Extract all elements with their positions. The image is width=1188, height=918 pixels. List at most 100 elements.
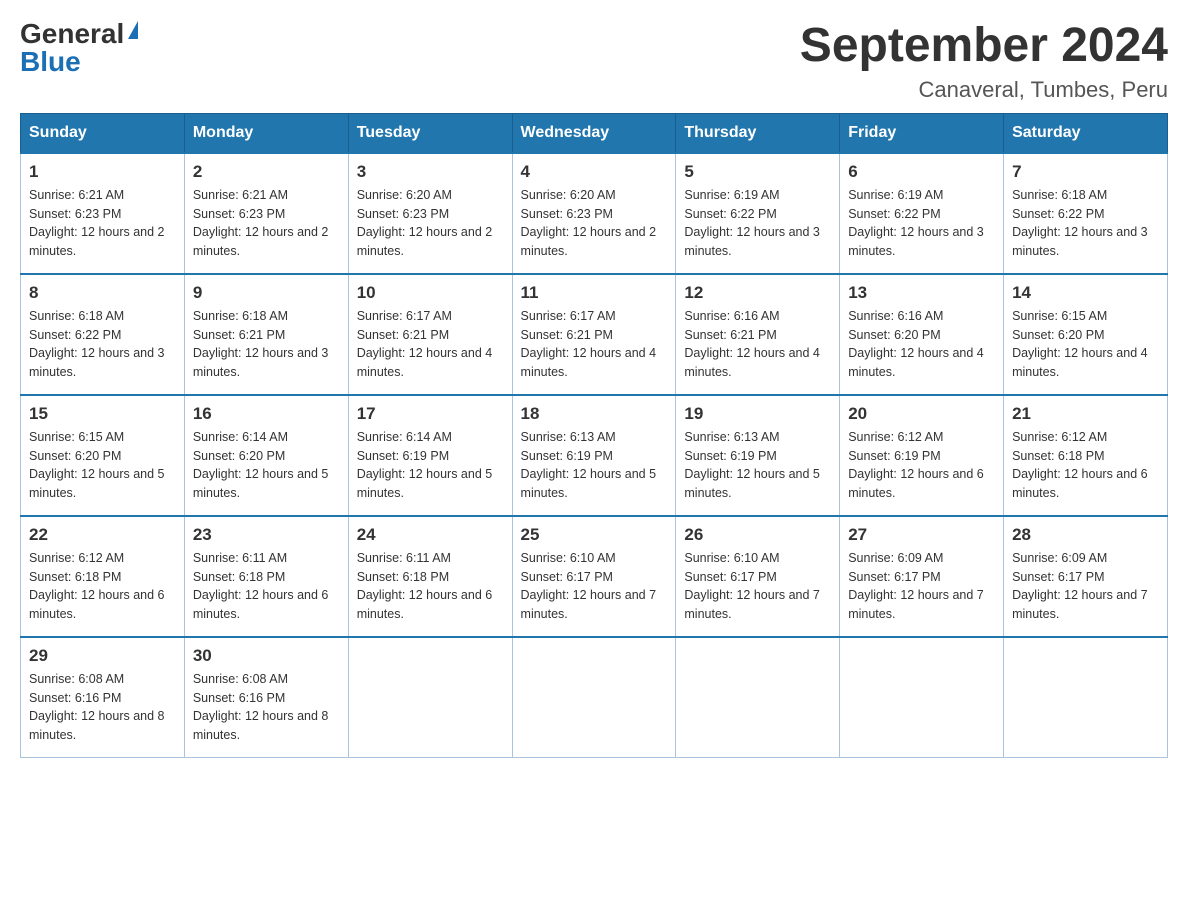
- day-info: Sunrise: 6:11 AMSunset: 6:18 PMDaylight:…: [193, 549, 340, 624]
- weekday-header-friday: Friday: [840, 113, 1004, 153]
- day-info: Sunrise: 6:21 AMSunset: 6:23 PMDaylight:…: [193, 186, 340, 261]
- calendar-cell: 16 Sunrise: 6:14 AMSunset: 6:20 PMDayligh…: [184, 395, 348, 516]
- day-number: 15: [29, 404, 176, 424]
- day-number: 16: [193, 404, 340, 424]
- weekday-header-tuesday: Tuesday: [348, 113, 512, 153]
- day-info: Sunrise: 6:10 AMSunset: 6:17 PMDaylight:…: [521, 549, 668, 624]
- logo: General Blue: [20, 20, 138, 76]
- day-number: 28: [1012, 525, 1159, 545]
- calendar-cell: [1004, 637, 1168, 758]
- calendar-cell: 17Sunrise: 6:14 AMSunset: 6:19 PMDayligh…: [348, 395, 512, 516]
- day-info: Sunrise: 6:15 AMSunset: 6:20 PMDaylight:…: [29, 428, 176, 503]
- day-info: Sunrise: 6:08 AMSunset: 6:16 PMDaylight:…: [193, 670, 340, 745]
- day-info: Sunrise: 6:18 AMSunset: 6:22 PMDaylight:…: [1012, 186, 1159, 261]
- logo-triangle-icon: [128, 21, 138, 39]
- logo-general-text: General: [20, 20, 124, 48]
- calendar-cell: 1Sunrise: 6:21 AMSunset: 6:23 PMDaylight…: [21, 153, 185, 274]
- calendar-cell: [840, 637, 1004, 758]
- day-info: Sunrise: 6:12 AMSunset: 6:18 PMDaylight:…: [29, 549, 176, 624]
- day-number: 4: [521, 162, 668, 182]
- calendar-cell: 2 Sunrise: 6:21 AMSunset: 6:23 PMDaylight…: [184, 153, 348, 274]
- calendar-cell: 23 Sunrise: 6:11 AMSunset: 6:18 PMDayligh…: [184, 516, 348, 637]
- calendar-cell: 5Sunrise: 6:19 AMSunset: 6:22 PMDaylight…: [676, 153, 840, 274]
- day-number: 23: [193, 525, 340, 545]
- day-number: 27: [848, 525, 995, 545]
- day-number: 21: [1012, 404, 1159, 424]
- logo-blue-text: Blue: [20, 48, 138, 76]
- day-number: 30: [193, 646, 340, 666]
- weekday-header-saturday: Saturday: [1004, 113, 1168, 153]
- weekday-header-monday: Monday: [184, 113, 348, 153]
- calendar-cell: [676, 637, 840, 758]
- calendar-cell: 3Sunrise: 6:20 AMSunset: 6:23 PMDaylight…: [348, 153, 512, 274]
- day-number: 13: [848, 283, 995, 303]
- day-info: Sunrise: 6:08 AMSunset: 6:16 PMDaylight:…: [29, 670, 176, 745]
- page-header: General Blue September 2024 Canaveral, T…: [20, 20, 1168, 103]
- day-number: 7: [1012, 162, 1159, 182]
- day-info: Sunrise: 6:13 AMSunset: 6:19 PMDaylight:…: [521, 428, 668, 503]
- calendar-cell: 27 Sunrise: 6:09 AMSunset: 6:17 PMDayligh…: [840, 516, 1004, 637]
- calendar-week-row: 8 Sunrise: 6:18 AMSunset: 6:22 PMDaylight…: [21, 274, 1168, 395]
- day-number: 18: [521, 404, 668, 424]
- title-block: September 2024 Canaveral, Tumbes, Peru: [800, 20, 1168, 103]
- calendar-cell: 21 Sunrise: 6:12 AMSunset: 6:18 PMDayligh…: [1004, 395, 1168, 516]
- weekday-header-wednesday: Wednesday: [512, 113, 676, 153]
- calendar-cell: 25 Sunrise: 6:10 AMSunset: 6:17 PMDayligh…: [512, 516, 676, 637]
- calendar-cell: 13 Sunrise: 6:16 AMSunset: 6:20 PMDayligh…: [840, 274, 1004, 395]
- day-number: 1: [29, 162, 176, 182]
- day-info: Sunrise: 6:09 AMSunset: 6:17 PMDaylight:…: [848, 549, 995, 624]
- day-number: 9: [193, 283, 340, 303]
- calendar-cell: 26 Sunrise: 6:10 AMSunset: 6:17 PMDayligh…: [676, 516, 840, 637]
- day-info: Sunrise: 6:17 AMSunset: 6:21 PMDaylight:…: [521, 307, 668, 382]
- calendar-cell: 30 Sunrise: 6:08 AMSunset: 6:16 PMDayligh…: [184, 637, 348, 758]
- calendar-cell: 19 Sunrise: 6:13 AMSunset: 6:19 PMDayligh…: [676, 395, 840, 516]
- calendar-cell: 28Sunrise: 6:09 AMSunset: 6:17 PMDayligh…: [1004, 516, 1168, 637]
- calendar-table: SundayMondayTuesdayWednesdayThursdayFrid…: [20, 113, 1168, 758]
- calendar-cell: 24Sunrise: 6:11 AMSunset: 6:18 PMDayligh…: [348, 516, 512, 637]
- day-number: 25: [521, 525, 668, 545]
- calendar-cell: 4 Sunrise: 6:20 AMSunset: 6:23 PMDaylight…: [512, 153, 676, 274]
- calendar-cell: 15 Sunrise: 6:15 AMSunset: 6:20 PMDayligh…: [21, 395, 185, 516]
- calendar-cell: 9 Sunrise: 6:18 AMSunset: 6:21 PMDaylight…: [184, 274, 348, 395]
- calendar-cell: 29 Sunrise: 6:08 AMSunset: 6:16 PMDayligh…: [21, 637, 185, 758]
- calendar-cell: 12Sunrise: 6:16 AMSunset: 6:21 PMDayligh…: [676, 274, 840, 395]
- calendar-week-row: 15 Sunrise: 6:15 AMSunset: 6:20 PMDayligh…: [21, 395, 1168, 516]
- weekday-header-sunday: Sunday: [21, 113, 185, 153]
- day-info: Sunrise: 6:19 AMSunset: 6:22 PMDaylight:…: [848, 186, 995, 261]
- month-title: September 2024: [800, 20, 1168, 73]
- day-number: 3: [357, 162, 504, 182]
- day-number: 12: [684, 283, 831, 303]
- day-number: 20: [848, 404, 995, 424]
- day-number: 14: [1012, 283, 1159, 303]
- day-number: 17: [357, 404, 504, 424]
- day-number: 19: [684, 404, 831, 424]
- day-info: Sunrise: 6:18 AMSunset: 6:22 PMDaylight:…: [29, 307, 176, 382]
- day-info: Sunrise: 6:13 AMSunset: 6:19 PMDaylight:…: [684, 428, 831, 503]
- calendar-week-row: 29 Sunrise: 6:08 AMSunset: 6:16 PMDayligh…: [21, 637, 1168, 758]
- calendar-cell: 6 Sunrise: 6:19 AMSunset: 6:22 PMDaylight…: [840, 153, 1004, 274]
- day-info: Sunrise: 6:17 AMSunset: 6:21 PMDaylight:…: [357, 307, 504, 382]
- calendar-cell: 8 Sunrise: 6:18 AMSunset: 6:22 PMDaylight…: [21, 274, 185, 395]
- weekday-header-thursday: Thursday: [676, 113, 840, 153]
- day-info: Sunrise: 6:20 AMSunset: 6:23 PMDaylight:…: [521, 186, 668, 261]
- day-number: 24: [357, 525, 504, 545]
- calendar-cell: 18 Sunrise: 6:13 AMSunset: 6:19 PMDayligh…: [512, 395, 676, 516]
- day-number: 29: [29, 646, 176, 666]
- day-info: Sunrise: 6:12 AMSunset: 6:18 PMDaylight:…: [1012, 428, 1159, 503]
- weekday-header-row: SundayMondayTuesdayWednesdayThursdayFrid…: [21, 113, 1168, 153]
- calendar-cell: [348, 637, 512, 758]
- calendar-cell: 22 Sunrise: 6:12 AMSunset: 6:18 PMDayligh…: [21, 516, 185, 637]
- day-number: 2: [193, 162, 340, 182]
- calendar-cell: 14Sunrise: 6:15 AMSunset: 6:20 PMDayligh…: [1004, 274, 1168, 395]
- day-info: Sunrise: 6:14 AMSunset: 6:20 PMDaylight:…: [193, 428, 340, 503]
- day-info: Sunrise: 6:16 AMSunset: 6:20 PMDaylight:…: [848, 307, 995, 382]
- day-info: Sunrise: 6:18 AMSunset: 6:21 PMDaylight:…: [193, 307, 340, 382]
- day-number: 22: [29, 525, 176, 545]
- calendar-cell: 20Sunrise: 6:12 AMSunset: 6:19 PMDayligh…: [840, 395, 1004, 516]
- day-number: 5: [684, 162, 831, 182]
- day-number: 6: [848, 162, 995, 182]
- day-number: 26: [684, 525, 831, 545]
- day-info: Sunrise: 6:10 AMSunset: 6:17 PMDaylight:…: [684, 549, 831, 624]
- day-number: 8: [29, 283, 176, 303]
- calendar-week-row: 1 Sunrise: 6:21 AMSunset: 6:23 PMDaylight…: [21, 153, 1168, 274]
